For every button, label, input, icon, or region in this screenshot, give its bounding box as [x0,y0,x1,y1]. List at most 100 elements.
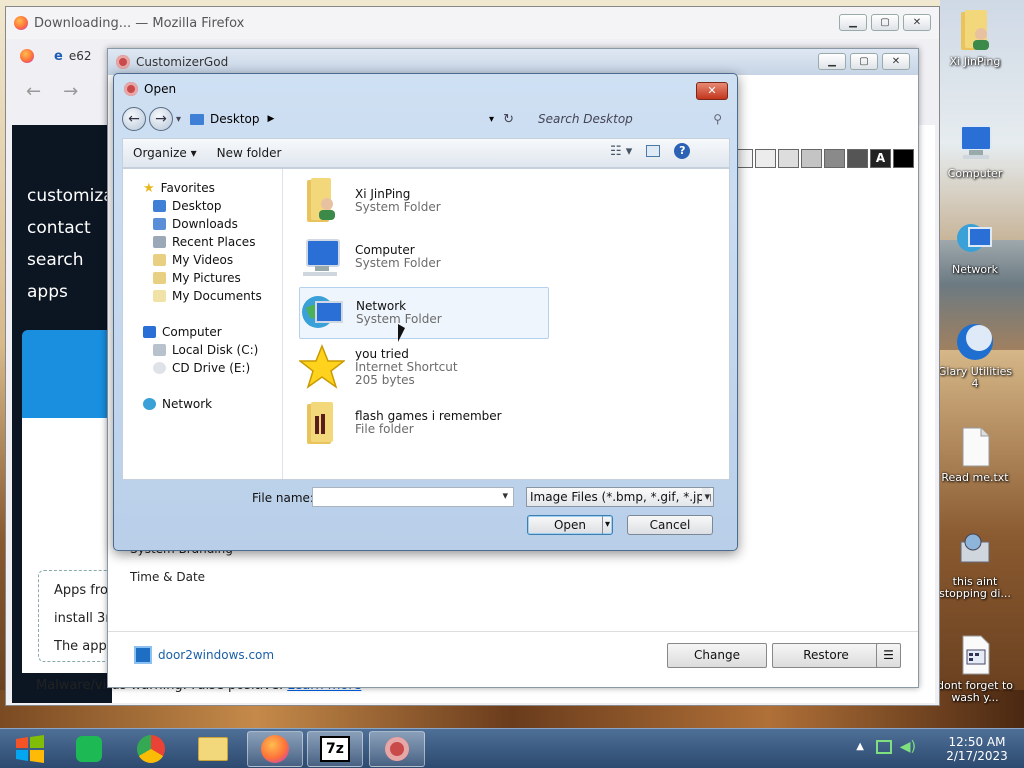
customizergod-titlebar[interactable]: CustomizerGod [108,49,918,75]
volume-icon[interactable]: ◀) [900,739,916,755]
refresh-icon[interactable]: ↻ [503,112,514,127]
taskbar-firefox[interactable] [247,731,303,767]
back-button[interactable]: ← [122,107,146,131]
taskbar-customizergod[interactable] [369,731,425,767]
new-folder-button[interactable]: New folder [207,142,292,164]
dialog-toolbar: Organize ▾ New folder ☷ ▾ ? [122,138,730,168]
warning-line: The app [54,639,107,654]
firefox-titlebar[interactable]: Downloading... — Mozilla Firefox [6,7,939,39]
restore-button[interactable]: Restore [772,643,880,668]
desktop-icon-glary[interactable]: Glary Utilities 4 [935,318,1015,390]
start-button[interactable] [2,731,58,767]
nav-my-documents[interactable]: My Documents [153,287,262,305]
back-arrow-icon[interactable]: ← [26,81,41,102]
nav-label: Downloads [172,217,238,231]
customizergod-title: CustomizerGod [136,55,229,69]
desktop-icon-network[interactable]: Network [935,216,1015,276]
file-item-network[interactable]: Network System Folder [299,287,549,339]
network-status-icon[interactable] [876,740,892,754]
installer-icon [960,533,990,563]
nav-my-pictures[interactable]: My Pictures [153,269,241,287]
file-type-select[interactable]: Image Files (*.bmp, *.gif, *.jpg [526,487,714,507]
color-swatch[interactable] [755,149,776,168]
close-button[interactable]: ✕ [903,14,931,31]
color-swatch[interactable] [824,149,845,168]
maximize-button[interactable]: ▢ [850,53,878,70]
color-swatch[interactable] [893,149,914,168]
help-icon[interactable]: ? [674,143,691,159]
desktop-icon-user-folder[interactable]: Xi JinPing [935,8,1015,68]
navigation-pane: ★ Favorites Desktop Downloads Recent Pla… [123,169,283,479]
forward-arrow-icon[interactable]: → [63,81,78,102]
preview-pane-icon[interactable] [646,145,661,157]
open-dropdown-icon[interactable]: ▾ [601,516,610,534]
minimize-button[interactable]: ▁ [839,14,867,31]
desktop-icon-label: Read me.txt [941,471,1009,484]
cancel-button[interactable]: Cancel [627,515,713,535]
site-nav-contact[interactable]: contact [27,212,114,244]
file-type: Internet Shortcut [355,359,458,374]
breadcrumb-arrow-icon[interactable]: ▶ [268,114,275,124]
nav-network[interactable]: Network [143,395,212,413]
file-name-input[interactable] [312,487,514,507]
address-bar[interactable]: Desktop ▶ ▾ ↻ [190,107,522,131]
nav-recent-places[interactable]: Recent Places [153,233,255,251]
file-item-xi-jinping[interactable]: Xi JinPing System Folder [299,175,549,227]
color-swatch[interactable] [778,149,799,168]
taskbar-chrome[interactable] [123,731,179,767]
desktop-icon-computer[interactable]: Computer [935,120,1015,180]
nav-cd-drive[interactable]: CD Drive (E:) [153,359,250,377]
desktop-icon-installer[interactable]: this aint stopping di... [935,528,1015,600]
site-nav-search[interactable]: search [27,244,114,276]
warning-line: install 3r [54,611,111,626]
forward-button[interactable]: → [149,107,173,131]
search-input[interactable]: Search Desktop ⚲ [530,107,730,131]
taskbar-notes[interactable] [61,731,117,767]
site-nav-apps[interactable]: apps [27,276,114,308]
view-options-icon[interactable]: ☷ ▾ [610,144,632,159]
open-button[interactable]: Open ▾ [527,515,613,535]
nav-computer[interactable]: Computer [143,323,222,341]
nav-local-disk[interactable]: Local Disk (C:) [153,341,258,359]
nav-my-videos[interactable]: My Videos [153,251,233,269]
firefox-window-title: Downloading... — Mozilla Firefox [34,15,245,31]
desktop-icon-readme[interactable]: Read me.txt [935,424,1015,484]
computer-icon [143,326,156,338]
category-time-date[interactable]: Time & Date [130,570,233,584]
organize-menu[interactable]: Organize ▾ [123,142,207,164]
address-dropdown-icon[interactable]: ▾ [489,114,494,125]
nav-favorites[interactable]: ★ Favorites [143,179,215,197]
nav-downloads[interactable]: Downloads [153,215,238,233]
taskbar-explorer[interactable] [185,731,241,767]
dialog-close-button[interactable]: ✕ [696,82,728,100]
brand-link[interactable]: door2windows.com [134,646,274,664]
desktop-folder-icon [190,113,204,125]
color-swatch[interactable] [801,149,822,168]
color-swatch[interactable]: A [870,149,891,168]
minimize-button[interactable]: ▁ [818,53,846,70]
file-item-computer[interactable]: Computer System Folder [299,231,549,283]
desktop-icon-calendar-file[interactable]: dont forget to wash y... [935,632,1015,704]
file-item-you-tried[interactable]: you tried Internet Shortcut 205 bytes [299,341,549,393]
color-swatch[interactable] [847,149,868,168]
close-button[interactable]: ✕ [882,53,910,70]
maximize-button[interactable]: ▢ [871,14,899,31]
pictures-folder-icon [153,272,166,284]
computer-icon [960,125,992,159]
tab-current[interactable]: e e62 [54,49,91,64]
change-button[interactable]: Change [667,643,767,668]
show-hidden-icons-chevron-icon[interactable]: ▲ [856,741,864,752]
folder-icon [307,402,333,444]
recent-locations-chevron-icon[interactable]: ▾ [176,114,181,125]
clock[interactable]: 12:50 AM 2/17/2023 [942,735,1012,763]
site-nav-customize[interactable]: customiza [27,180,114,212]
file-item-flash-games[interactable]: flash games i remember File folder [299,397,549,449]
nav-desktop[interactable]: Desktop [153,197,222,215]
taskbar-7zip[interactable]: 7z [307,731,363,767]
firefox-window-controls: ▁ ▢ ✕ [839,14,931,31]
gear-icon [385,737,409,761]
firefox-view-icon[interactable] [20,49,34,63]
dialog-titlebar[interactable]: Open [114,74,737,104]
menu-button[interactable]: ☰ [876,643,901,668]
hard-drive-icon [153,344,166,356]
